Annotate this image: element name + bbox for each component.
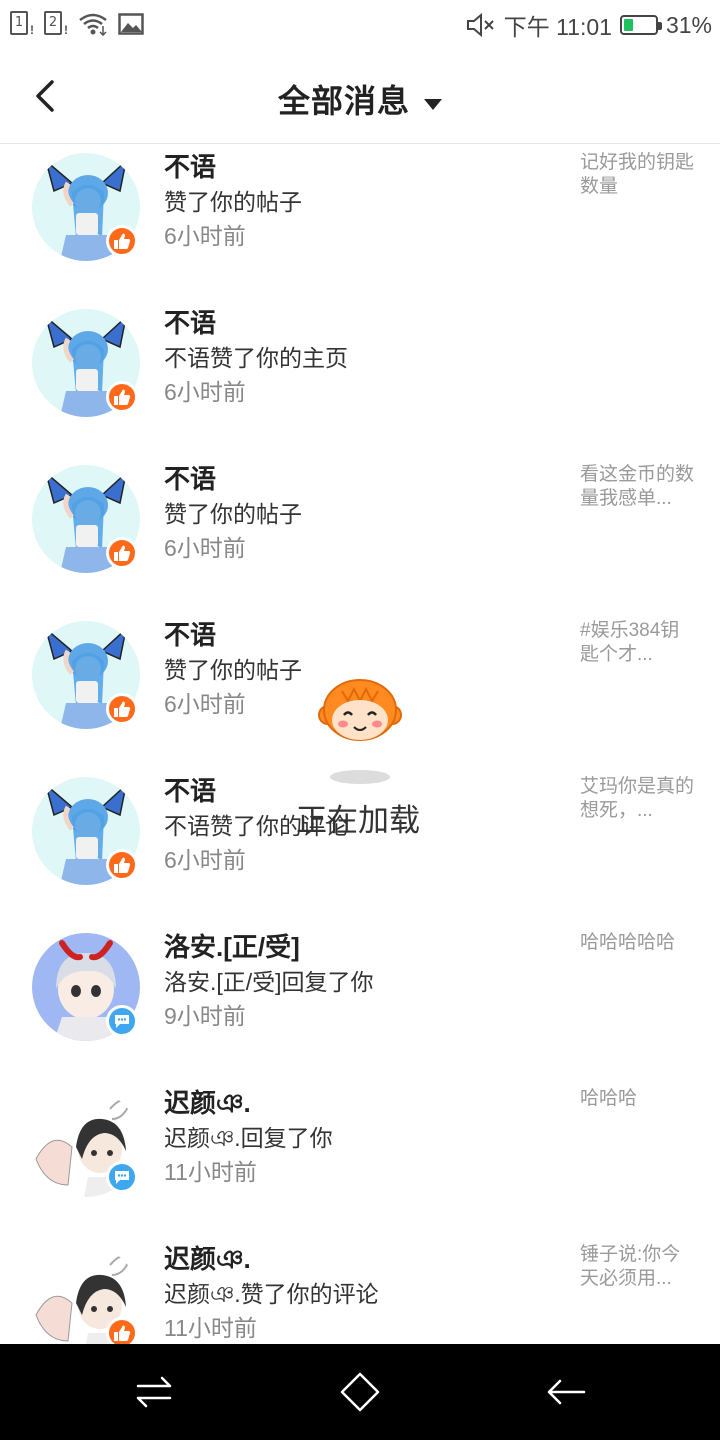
header: 全部消息 [0,50,720,144]
back-arrow-icon [547,1379,586,1405]
content-preview[interactable]: 哈哈哈哈哈 [580,931,698,955]
message-item[interactable]: 不语 赞了你的帖子 6小时前 记好我的钥匙数量 [0,145,720,261]
sender-name[interactable]: 不语 [164,771,216,808]
message-action: 赞了你的帖子 [164,189,302,215]
caret-down-icon [424,99,442,111]
message-time: 11小时前 [164,1315,257,1341]
switch-icon [136,1376,172,1408]
home-button[interactable] [338,1372,382,1412]
monkey-mascot-icon [318,679,402,784]
sim1-icon: 1 ! [10,11,34,37]
mute-icon [466,12,494,38]
message-item[interactable]: 不语 不语赞了你的主页 6小时前 [0,245,720,417]
message-action: 赞了你的帖子 [164,501,302,527]
battery-percent: 31% [665,11,712,38]
page-title: 全部消息 [277,83,410,119]
sim2-icon: 2 ! [44,11,68,37]
message-item[interactable]: 迟颜ঞ. 迟颜ঞ.赞了你的评论 11小时前 锤子说:你今天必须用... [0,1181,720,1345]
content-preview[interactable]: 记好我的钥匙数量 [580,151,698,199]
switch-apps-button[interactable] [132,1372,176,1412]
status-time: 下午 11:01 [503,14,612,40]
back-nav-button[interactable] [544,1372,588,1412]
sender-name[interactable]: 不语 [164,615,216,652]
home-icon [340,1372,380,1412]
sender-name[interactable]: 不语 [164,303,216,340]
message-item[interactable]: 洛安.[正/受] 洛安.[正/受]回复了你 9小时前 哈哈哈哈哈 [0,869,720,1041]
content-preview[interactable]: 哈哈哈 [580,1087,698,1111]
sender-name[interactable]: 不语 [164,147,216,184]
content-preview[interactable]: 锤子说:你今天必须用... [580,1243,698,1291]
system-nav-bar [0,1344,720,1440]
message-action: 不语赞了你的主页 [164,345,348,371]
message-action: 洛安.[正/受]回复了你 [164,969,374,995]
content-preview[interactable]: 艾玛你是真的想死，... [580,775,698,823]
content-preview[interactable]: 看这金币的数量我感单... [580,463,698,511]
loading-text: 正在加载 [296,803,420,838]
thumbs-up-icon [106,1317,138,1345]
status-left-icons: 1 ! 2 ! [10,11,144,37]
wifi-icon [79,13,107,36]
title-dropdown[interactable]: 全部消息 [0,76,720,122]
loading-indicator: 正在加载 [290,675,430,838]
status-bar: 1 ! 2 ! 下午 11:01 31% [0,0,720,50]
message-item[interactable]: 不语 赞了你的帖子 6小时前 看这金币的数量我感单... [0,401,720,573]
image-icon [118,13,144,35]
status-right-icons: 下午 11:01 31% [466,8,712,42]
battery-icon [619,15,662,35]
sender-name[interactable]: 洛安.[正/受] [164,927,300,964]
content-preview[interactable]: #娱乐384钥匙个才... [580,619,698,667]
message-item[interactable]: 迟颜ঞ. 迟颜ঞ.回复了你 11小时前 哈哈哈 [0,1025,720,1197]
message-action: 赞了你的帖子 [164,657,302,683]
sender-name[interactable]: 不语 [164,459,216,496]
